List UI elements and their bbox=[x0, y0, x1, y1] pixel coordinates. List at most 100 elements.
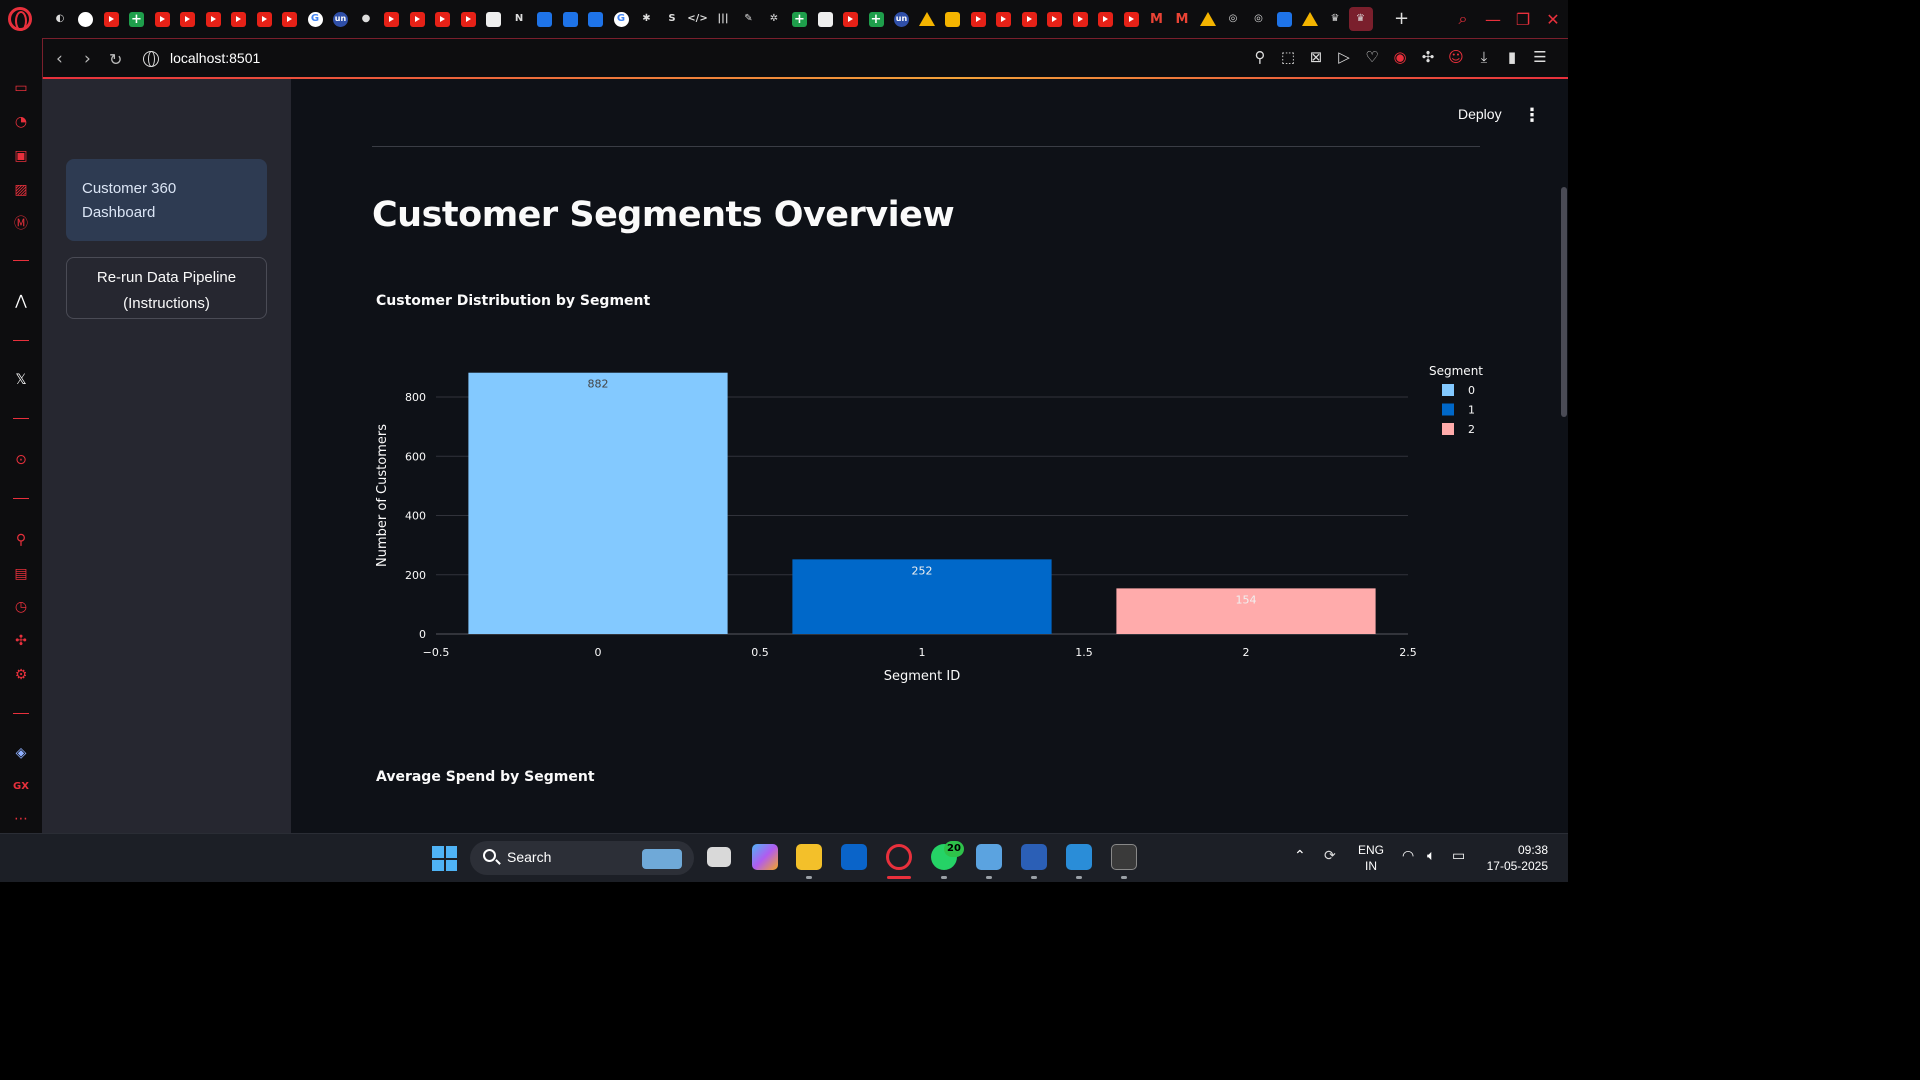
browser-tab[interactable]: ♛ bbox=[1323, 7, 1347, 31]
speed-dial-icon[interactable]: ◔ bbox=[11, 112, 31, 132]
taskbar-search[interactable]: Search bbox=[470, 841, 694, 875]
rerun-pipeline-button[interactable]: Re-run Data Pipeline (Instructions) bbox=[66, 257, 267, 319]
browser-tab[interactable] bbox=[125, 7, 149, 31]
browser-tab[interactable] bbox=[813, 7, 837, 31]
gx-corner-icon[interactable]: GX bbox=[11, 776, 31, 796]
aria-icon[interactable]: ⋀ bbox=[11, 291, 31, 311]
cleaner-icon[interactable]: ▨ bbox=[11, 180, 31, 200]
browser-tab[interactable] bbox=[584, 7, 608, 31]
browser-tab[interactable] bbox=[966, 7, 990, 31]
browser-tab[interactable] bbox=[1043, 7, 1067, 31]
clock[interactable]: 09:38 17-05-2025 bbox=[1484, 842, 1548, 874]
browser-tab[interactable] bbox=[1298, 7, 1322, 31]
battery-saver-icon[interactable]: ▮ bbox=[1498, 48, 1526, 66]
browser-tab[interactable] bbox=[431, 7, 455, 31]
browser-tab[interactable] bbox=[99, 7, 123, 31]
wallet-icon[interactable]: ▤ bbox=[11, 564, 31, 584]
opera-menu-icon[interactable] bbox=[8, 7, 32, 31]
browser-tab[interactable] bbox=[558, 7, 582, 31]
back-icon[interactable]: ‹ bbox=[56, 49, 63, 69]
browser-tab[interactable] bbox=[227, 7, 251, 31]
browser-tab[interactable] bbox=[278, 7, 302, 31]
browser-tab[interactable] bbox=[456, 7, 480, 31]
pin-page-icon[interactable]: ⚲ bbox=[1246, 48, 1274, 66]
browser-tab[interactable]: ◐ bbox=[48, 7, 72, 31]
browser-tab[interactable]: ♛ bbox=[1348, 7, 1373, 31]
browser-tab[interactable]: ● bbox=[354, 7, 378, 31]
browser-tab[interactable]: G bbox=[609, 7, 633, 31]
download-icon[interactable]: ⤓ bbox=[1470, 48, 1498, 66]
extensions-icon[interactable]: ✣ bbox=[11, 631, 31, 651]
extensions-toolbar-icon[interactable]: ✣ bbox=[1414, 48, 1442, 66]
twitch-icon[interactable]: ▣ bbox=[11, 146, 31, 166]
vpn-shield-icon[interactable]: ◈ bbox=[11, 743, 31, 763]
browser-tab[interactable] bbox=[405, 7, 429, 31]
browser-tab[interactable] bbox=[1196, 7, 1220, 31]
browser-tab[interactable] bbox=[533, 7, 557, 31]
adblock-icon[interactable]: ⊠ bbox=[1302, 48, 1330, 66]
notepad-icon[interactable] bbox=[976, 844, 1002, 870]
file-explorer-icon[interactable] bbox=[796, 844, 822, 870]
site-info-icon[interactable] bbox=[143, 51, 159, 67]
easy-setup-icon[interactable]: ☰ bbox=[1526, 48, 1554, 66]
restore-icon[interactable]: ❐ bbox=[1508, 10, 1538, 29]
browser-tab[interactable]: ◎ bbox=[1247, 7, 1271, 31]
browser-tab[interactable] bbox=[1094, 7, 1118, 31]
browser-tab[interactable] bbox=[941, 7, 965, 31]
copilot-icon[interactable] bbox=[752, 844, 778, 870]
new-tab-icon[interactable]: + bbox=[1394, 8, 1409, 29]
browser-tab[interactable]: S bbox=[660, 7, 684, 31]
browser-tab[interactable]: ✱ bbox=[635, 7, 659, 31]
browser-tab[interactable] bbox=[1119, 7, 1143, 31]
battery-icon[interactable]: ▭ bbox=[1452, 848, 1465, 864]
browser-tab[interactable]: ✎ bbox=[737, 7, 761, 31]
forward-icon[interactable]: › bbox=[84, 49, 91, 69]
gx-control-icon[interactable]: ▭ bbox=[11, 78, 31, 98]
browser-tab[interactable] bbox=[1272, 7, 1296, 31]
word-icon[interactable] bbox=[1021, 844, 1047, 870]
x-twitter-icon[interactable]: 𝕏 bbox=[11, 370, 31, 390]
outlook-icon[interactable] bbox=[841, 844, 867, 870]
browser-tab[interactable] bbox=[864, 7, 888, 31]
snapshot-icon[interactable]: ⬚ bbox=[1274, 48, 1302, 66]
browser-tab[interactable] bbox=[1017, 7, 1041, 31]
browser-tab[interactable] bbox=[380, 7, 404, 31]
browser-tab[interactable] bbox=[915, 7, 939, 31]
scrollbar-thumb[interactable] bbox=[1561, 187, 1567, 417]
browser-tab[interactable]: M bbox=[1145, 7, 1169, 31]
pin-icon[interactable]: ⚲ bbox=[11, 530, 31, 550]
sync-icon[interactable]: ⟳ bbox=[1324, 848, 1336, 864]
settings-gear-icon[interactable]: ⚙ bbox=[11, 665, 31, 685]
url-field[interactable]: localhost:8501 bbox=[170, 50, 260, 66]
close-icon[interactable]: ✕ bbox=[1538, 10, 1568, 29]
player-icon[interactable]: ⊙ bbox=[11, 450, 31, 470]
browser-tab[interactable]: ||| bbox=[711, 7, 735, 31]
browser-tab[interactable] bbox=[1068, 7, 1092, 31]
task-view-icon[interactable] bbox=[707, 847, 731, 867]
browser-tab[interactable]: G bbox=[303, 7, 327, 31]
browser-tab[interactable] bbox=[839, 7, 863, 31]
language-indicator[interactable]: ENG IN bbox=[1358, 842, 1384, 874]
volume-icon[interactable]: 🔈︎ bbox=[1427, 848, 1435, 864]
browser-tab[interactable] bbox=[176, 7, 200, 31]
bookmark-heart-icon[interactable]: ♡ bbox=[1358, 48, 1386, 66]
vscode-icon[interactable] bbox=[1066, 844, 1092, 870]
browser-tab[interactable] bbox=[74, 7, 98, 31]
browser-tab[interactable] bbox=[992, 7, 1016, 31]
browser-tab[interactable] bbox=[201, 7, 225, 31]
tab-search-icon[interactable]: ⌕ bbox=[1448, 9, 1478, 29]
music-icon[interactable]: Ⓜ bbox=[11, 213, 31, 233]
sidebar-nav-customer-360[interactable]: Customer 360 Dashboard bbox=[66, 159, 267, 241]
browser-tab[interactable] bbox=[252, 7, 276, 31]
browser-tab[interactable]: ◎ bbox=[1221, 7, 1245, 31]
wifi-icon[interactable]: ◠ bbox=[1402, 848, 1414, 864]
start-icon[interactable] bbox=[432, 846, 457, 871]
profile-icon[interactable]: ☺ bbox=[1442, 48, 1470, 66]
browser-tab[interactable]: un bbox=[890, 7, 914, 31]
more-icon[interactable]: ⋯ bbox=[11, 809, 31, 829]
send-icon[interactable]: ▷ bbox=[1330, 48, 1358, 66]
opera-gx-taskbar-icon[interactable] bbox=[886, 844, 912, 870]
minimize-icon[interactable]: — bbox=[1478, 10, 1508, 29]
reload-icon[interactable]: ↻ bbox=[109, 50, 122, 69]
browser-tab[interactable]: M bbox=[1170, 7, 1194, 31]
